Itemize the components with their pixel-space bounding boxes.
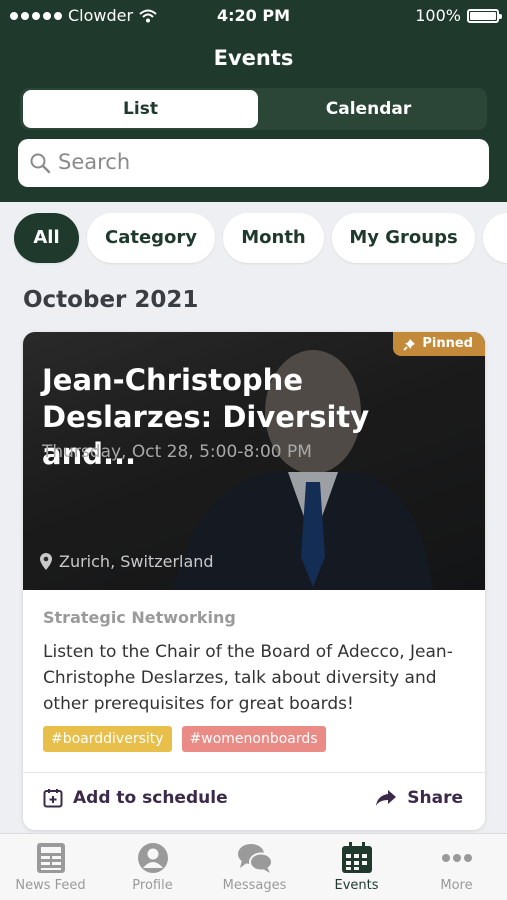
tab-events-label: Events xyxy=(334,878,379,893)
pinned-badge: Pinned xyxy=(393,332,485,356)
event-category: Strategic Networking xyxy=(43,608,236,627)
user-icon xyxy=(137,843,168,873)
card-divider xyxy=(23,772,485,773)
tab-events[interactable]: Events xyxy=(306,842,407,893)
share-button[interactable]: Share xyxy=(375,788,463,808)
tab-more[interactable]: More xyxy=(406,842,507,893)
calendar-icon xyxy=(341,842,372,873)
tab-more-label: More xyxy=(440,878,473,893)
add-to-schedule-label: Add to schedule xyxy=(73,788,228,808)
filter-chips: All Category Month My Groups xyxy=(0,213,507,265)
filter-all[interactable]: All xyxy=(14,213,79,263)
event-image: Pinned Jean-Christophe Deslarzes: Divers… xyxy=(23,332,485,590)
tab-messages-label: Messages xyxy=(222,878,287,893)
tag-women-on-boards[interactable]: #womenonboards xyxy=(181,726,326,752)
event-tags: #boarddiversity #womenonboards xyxy=(43,726,326,752)
location-label: Zurich, Switzerland xyxy=(59,552,214,571)
calendar-add-icon xyxy=(43,789,63,808)
search-input[interactable]: Search xyxy=(58,150,130,174)
tab-news-feed-label: News Feed xyxy=(15,878,86,893)
bottom-tab-bar: News Feed Profile Messages Events More xyxy=(0,833,507,900)
search-icon xyxy=(30,153,51,174)
tag-board-diversity[interactable]: #boarddiversity xyxy=(43,726,172,752)
battery-info: 100% xyxy=(415,6,502,25)
status-bar: Clowder 4:20 PM 100% xyxy=(0,0,507,30)
event-datetime: Thursday, Oct 28, 5:00-8:00 PM xyxy=(42,442,312,462)
tab-profile[interactable]: Profile xyxy=(102,842,203,893)
tab-list[interactable]: List xyxy=(23,90,258,128)
pinned-label: Pinned xyxy=(422,336,473,351)
tab-profile-label: Profile xyxy=(132,878,173,893)
share-icon xyxy=(376,790,397,806)
newspaper-icon xyxy=(36,843,65,873)
event-description: Listen to the Chair of the Board of Adec… xyxy=(43,642,453,714)
filter-my-groups[interactable]: My Groups xyxy=(332,213,475,263)
pin-icon xyxy=(403,338,416,351)
add-to-schedule-button[interactable]: Add to schedule xyxy=(43,788,228,808)
more-dots-icon xyxy=(441,854,472,862)
event-location: Zurich, Switzerland xyxy=(40,552,214,571)
tab-messages[interactable]: Messages xyxy=(204,842,305,893)
app-header: Clowder 4:20 PM 100% Events List Calenda… xyxy=(0,0,507,202)
chat-bubbles-icon xyxy=(237,844,273,873)
location-pin-icon xyxy=(40,553,52,570)
filter-category[interactable]: Category xyxy=(87,213,215,263)
page-title: Events xyxy=(213,46,294,70)
tab-news-feed[interactable]: News Feed xyxy=(0,842,101,893)
event-body: Strategic Networking Listen to the Chair… xyxy=(43,608,473,752)
event-card[interactable]: Pinned Jean-Christophe Deslarzes: Divers… xyxy=(23,332,485,830)
share-label: Share xyxy=(407,788,463,808)
tab-calendar[interactable]: Calendar xyxy=(251,90,486,128)
filter-month[interactable]: Month xyxy=(223,213,324,263)
filter-more-chip[interactable] xyxy=(483,213,507,263)
battery-percent: 100% xyxy=(415,6,461,25)
view-toggle: List Calendar xyxy=(20,88,487,130)
battery-icon xyxy=(467,8,502,23)
search-field[interactable]: Search xyxy=(18,139,489,187)
section-month: October 2021 xyxy=(23,287,199,313)
